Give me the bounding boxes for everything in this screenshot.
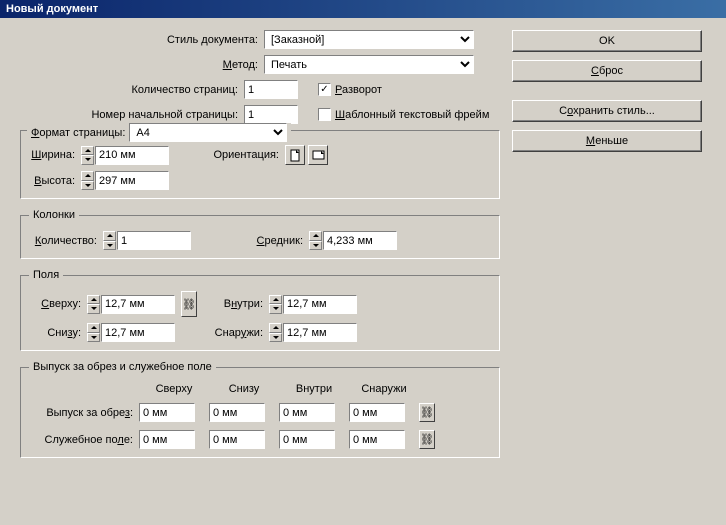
margin-bottom-spinner[interactable] [87, 323, 175, 342]
label-doc-style: Стиль документа: [20, 34, 264, 46]
landscape-icon [312, 150, 325, 161]
bleed-slug-group: Выпуск за обрез и служебное поле Сверху … [20, 361, 500, 458]
bleed-legend: Выпуск за обрез и служебное поле [29, 361, 216, 373]
orientation-landscape-button[interactable] [308, 145, 328, 165]
slug-inside-input[interactable] [279, 430, 335, 449]
spread-checkbox[interactable]: ✓ Разворот [318, 83, 382, 96]
label-margin-outside: Снаружи: [203, 327, 269, 339]
margin-inside-spinner[interactable] [269, 295, 357, 314]
method-select[interactable]: Печать [264, 55, 474, 74]
doc-style-select[interactable]: [Заказной] [264, 30, 474, 49]
bleed-outside-input[interactable] [349, 403, 405, 422]
hdr-top: Сверху [139, 383, 209, 395]
margin-outside-input[interactable] [283, 323, 357, 342]
margin-outside-spinner[interactable] [269, 323, 357, 342]
label-margin-bottom: Снизу: [29, 327, 87, 339]
page-format-group: Формат страницы: A4 Ширина: Ориентация: [20, 130, 500, 199]
reset-button[interactable]: Сброс [512, 60, 702, 82]
link-bleed-button[interactable]: ⛓ [419, 403, 435, 422]
label-method: Метод: [20, 59, 264, 71]
label-width: Ширина: [29, 149, 81, 161]
label-gutter: Средник: [191, 235, 309, 247]
page-count-input[interactable] [244, 80, 298, 99]
fewer-button[interactable]: Меньше [512, 130, 702, 152]
window-title: Новый документ [6, 3, 98, 15]
label-start-page: Номер начальной страницы: [20, 109, 244, 121]
master-frame-label: Шаблонный текстовый фрейм [335, 109, 489, 121]
label-height: Высота: [29, 175, 81, 187]
hdr-outside: Снаружи [349, 383, 419, 395]
label-orientation: Ориентация: [169, 149, 285, 161]
slug-top-input[interactable] [139, 430, 195, 449]
link-icon: ⛓ [420, 433, 434, 446]
columns-group: Колонки Количество: Средник: [20, 209, 500, 259]
margins-legend: Поля [29, 269, 63, 281]
margin-bottom-input[interactable] [101, 323, 175, 342]
hdr-bottom: Снизу [209, 383, 279, 395]
margin-top-spinner[interactable] [87, 295, 175, 314]
orientation-portrait-button[interactable] [285, 145, 305, 165]
width-input[interactable] [95, 146, 169, 165]
gutter-spinner[interactable] [309, 231, 397, 250]
slug-outside-input[interactable] [349, 430, 405, 449]
bleed-bottom-input[interactable] [209, 403, 265, 422]
columns-legend: Колонки [29, 209, 79, 221]
page-format-select[interactable]: A4 [129, 123, 287, 142]
link-icon: ⛓ [420, 406, 434, 419]
bleed-inside-input[interactable] [279, 403, 335, 422]
margins-group: Поля Сверху: ⛓ Внутри: [20, 269, 500, 351]
master-frame-checkbox[interactable]: Шаблонный текстовый фрейм [318, 108, 489, 121]
height-input[interactable] [95, 171, 169, 190]
label-column-count: Количество: [29, 235, 103, 247]
save-style-button[interactable]: Сохранить стиль... [512, 100, 702, 122]
gutter-input[interactable] [323, 231, 397, 250]
start-page-input[interactable] [244, 105, 298, 124]
height-spinner[interactable] [81, 171, 169, 190]
portrait-icon [290, 149, 301, 162]
spread-label: Разворот [335, 84, 382, 96]
columns-spinner[interactable] [103, 231, 191, 250]
label-page-count: Количество страниц: [20, 84, 244, 96]
label-page-format: Формат страницы: [31, 127, 125, 139]
slug-bottom-input[interactable] [209, 430, 265, 449]
margin-top-input[interactable] [101, 295, 175, 314]
link-slug-button[interactable]: ⛓ [419, 430, 435, 449]
width-spinner[interactable] [81, 146, 169, 165]
link-margins-button[interactable]: ⛓ [181, 291, 197, 317]
margin-inside-input[interactable] [283, 295, 357, 314]
label-bleed: Выпуск за обрез: [29, 407, 139, 419]
label-margin-inside: Внутри: [203, 298, 269, 310]
bleed-top-input[interactable] [139, 403, 195, 422]
ok-button[interactable]: OK [512, 30, 702, 52]
link-icon: ⛓ [182, 298, 196, 311]
label-margin-top: Сверху: [29, 298, 87, 310]
columns-input[interactable] [117, 231, 191, 250]
title-bar: Новый документ [0, 0, 726, 18]
hdr-inside: Внутри [279, 383, 349, 395]
label-slug: Служебное поле: [29, 434, 139, 446]
